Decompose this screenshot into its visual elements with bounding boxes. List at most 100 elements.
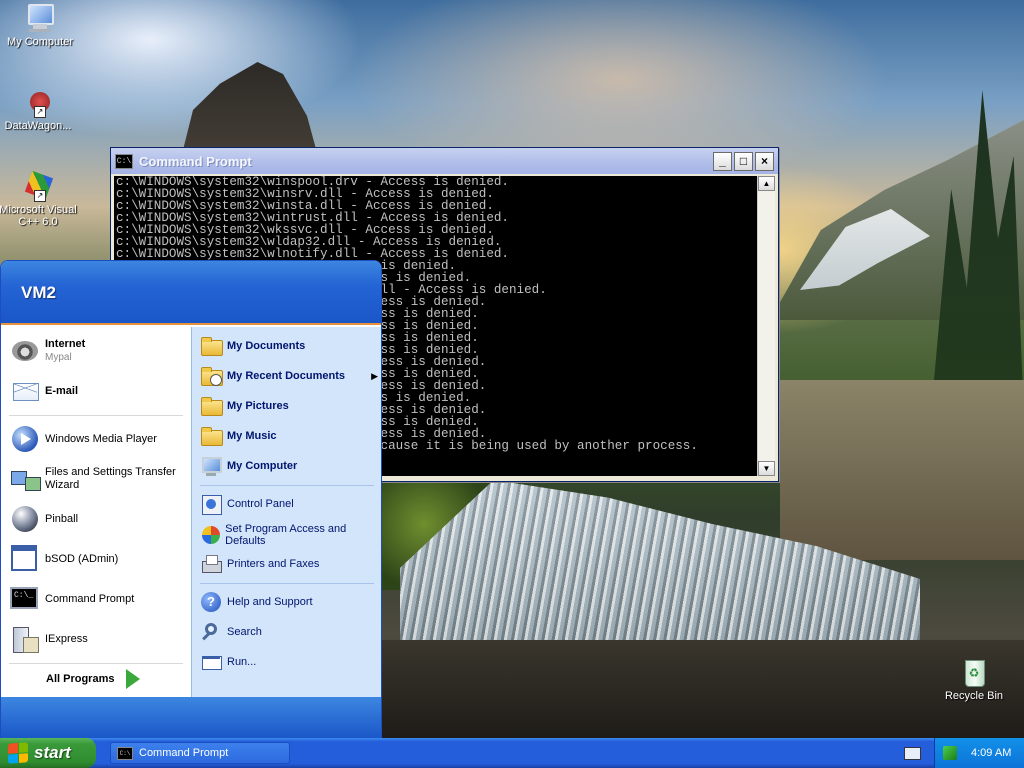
iexpress-icon xyxy=(9,623,41,655)
menu-item-title: Run... xyxy=(227,656,257,668)
menu-item-title: E-mail xyxy=(45,384,79,397)
desktop-icon-label: My Computer xyxy=(6,36,74,48)
menu-item-internet[interactable]: Internet Mypal xyxy=(9,335,85,367)
menu-item-search[interactable]: Search xyxy=(200,621,262,643)
folder-documents-icon xyxy=(200,335,223,357)
menu-item-help-support[interactable]: ? Help and Support xyxy=(200,591,313,613)
submenu-arrow-icon: ▶ xyxy=(371,370,378,381)
clock[interactable]: 4:09 AM xyxy=(971,747,1011,759)
menu-separator xyxy=(9,663,183,664)
menu-item-title: Pinball xyxy=(45,512,79,525)
desktop-icon-visual-cpp[interactable]: ↗ Microsoft Visual C++ 6.0 xyxy=(0,170,78,228)
menu-separator xyxy=(9,415,183,416)
start-menu-footer xyxy=(1,697,381,739)
control-panel-icon xyxy=(200,493,222,515)
computer-icon xyxy=(200,455,222,477)
run-icon xyxy=(200,651,222,673)
recent-documents-icon xyxy=(200,365,223,387)
window-title: Command Prompt xyxy=(139,153,252,169)
menu-item-subtitle: Mypal xyxy=(45,352,72,363)
menu-item-title: My Pictures xyxy=(227,400,289,412)
desktop-icon-recycle-bin[interactable]: ♻ Recycle Bin xyxy=(934,656,1014,702)
folder-music-icon xyxy=(200,425,223,447)
media-player-icon xyxy=(9,423,41,455)
desktop-icon-my-computer[interactable]: My Computer xyxy=(0,2,80,48)
menu-separator xyxy=(200,583,374,584)
computer-icon xyxy=(24,2,56,34)
search-icon xyxy=(200,621,222,643)
menu-item-run[interactable]: Run... xyxy=(200,651,256,673)
cmd-icon: C:\ xyxy=(115,153,133,169)
menu-item-title: bSOD (ADmin) xyxy=(45,552,119,565)
menu-item-title: Windows Media Player xyxy=(45,432,157,445)
start-menu-right-pane: My Documents My Recent Documents ▶ My Pi… xyxy=(191,327,381,697)
command-prompt-icon: C:\_ xyxy=(9,583,41,615)
menu-item-my-music[interactable]: My Music xyxy=(200,425,277,447)
menu-item-bsod[interactable]: bSOD (ADmin) xyxy=(9,543,118,575)
menu-item-title: Help and Support xyxy=(227,596,313,608)
menu-item-title: Files and Settings Transfer Wizard xyxy=(45,466,176,491)
desktop-icon-datawagon[interactable]: ↗ DataWagon... xyxy=(0,86,78,132)
raccoon-browser-icon xyxy=(9,335,41,367)
pinball-icon xyxy=(9,503,41,535)
green-arrow-icon xyxy=(126,669,141,689)
menu-item-my-documents[interactable]: My Documents xyxy=(200,335,305,357)
keyboard-icon[interactable] xyxy=(904,747,921,760)
menu-item-my-computer[interactable]: My Computer xyxy=(200,455,297,477)
minimize-button[interactable]: _ xyxy=(713,151,732,171)
menu-item-my-pictures[interactable]: My Pictures xyxy=(200,395,289,417)
menu-item-title: My Documents xyxy=(227,340,306,352)
datawagon-icon: ↗ xyxy=(22,86,54,118)
menu-item-set-program-access[interactable]: Set Program Access and Defaults xyxy=(200,523,376,547)
desktop-icon-label: DataWagon... xyxy=(4,120,72,132)
window-titlebar[interactable]: C:\ Command Prompt _ □ × xyxy=(111,148,778,174)
menu-item-title: Internet xyxy=(45,338,86,350)
network-icon[interactable] xyxy=(943,746,957,760)
start-button[interactable]: start xyxy=(0,738,96,768)
system-tray: 4:09 AM xyxy=(934,738,1024,768)
folder-pictures-icon xyxy=(200,395,223,417)
recycle-bin-icon: ♻ xyxy=(958,656,990,688)
taskbar: start C:\ Command Prompt 4:09 AM xyxy=(0,738,1024,768)
scroll-down-button[interactable]: ▼ xyxy=(758,461,775,476)
menu-item-title: IExpress xyxy=(45,632,88,645)
menu-item-email[interactable]: E-mail xyxy=(9,375,78,407)
help-icon: ? xyxy=(200,591,222,613)
menu-item-control-panel[interactable]: Control Panel xyxy=(200,493,294,515)
printer-icon xyxy=(200,553,222,575)
all-programs-button[interactable]: All Programs xyxy=(46,669,141,689)
menu-item-title: My Computer xyxy=(227,460,298,472)
menu-item-command-prompt[interactable]: C:\_ Command Prompt xyxy=(9,583,134,615)
desktop-icon-label: Recycle Bin xyxy=(944,690,1004,702)
menu-item-title: My Music xyxy=(227,430,277,442)
menu-item-printers-faxes[interactable]: Printers and Faxes xyxy=(200,553,319,575)
email-icon xyxy=(9,375,41,407)
menu-item-my-recent-documents[interactable]: My Recent Documents ▶ xyxy=(200,365,378,387)
start-menu-user-name: VM2 xyxy=(1,261,381,325)
start-menu[interactable]: VM2 Internet Mypal E-mail Windows Media … xyxy=(0,260,382,740)
menu-item-iexpress[interactable]: IExpress xyxy=(9,623,88,655)
windows-logo-icon xyxy=(8,742,28,764)
taskbar-item-command-prompt[interactable]: C:\ Command Prompt xyxy=(110,742,290,764)
menu-item-title: Control Panel xyxy=(227,498,294,510)
menu-item-title: Printers and Faxes xyxy=(227,558,320,570)
menu-item-pinball[interactable]: Pinball xyxy=(9,503,78,535)
menu-item-windows-media-player[interactable]: Windows Media Player xyxy=(9,423,157,455)
menu-item-title: Set Program Access and Defaults xyxy=(225,523,347,547)
menu-item-title: Search xyxy=(227,626,262,638)
menu-item-title: Command Prompt xyxy=(45,592,135,605)
close-button[interactable]: × xyxy=(755,151,774,171)
menu-item-files-settings-transfer[interactable]: Files and Settings Transfer Wizard xyxy=(9,463,185,495)
scroll-up-button[interactable]: ▲ xyxy=(758,176,775,191)
cmd-icon: C:\ xyxy=(117,746,133,760)
application-window-icon xyxy=(9,543,41,575)
menu-separator xyxy=(200,485,374,486)
all-programs-label: All Programs xyxy=(46,672,115,685)
visual-cpp-icon: ↗ xyxy=(22,170,54,202)
rocks-decor xyxy=(380,640,1024,738)
desktop-icon-label: Microsoft Visual C++ 6.0 xyxy=(0,204,77,228)
vertical-scrollbar[interactable]: ▲ ▼ xyxy=(757,176,775,476)
maximize-button[interactable]: □ xyxy=(734,151,753,171)
program-access-icon xyxy=(200,524,220,546)
transfer-wizard-icon xyxy=(9,463,41,495)
